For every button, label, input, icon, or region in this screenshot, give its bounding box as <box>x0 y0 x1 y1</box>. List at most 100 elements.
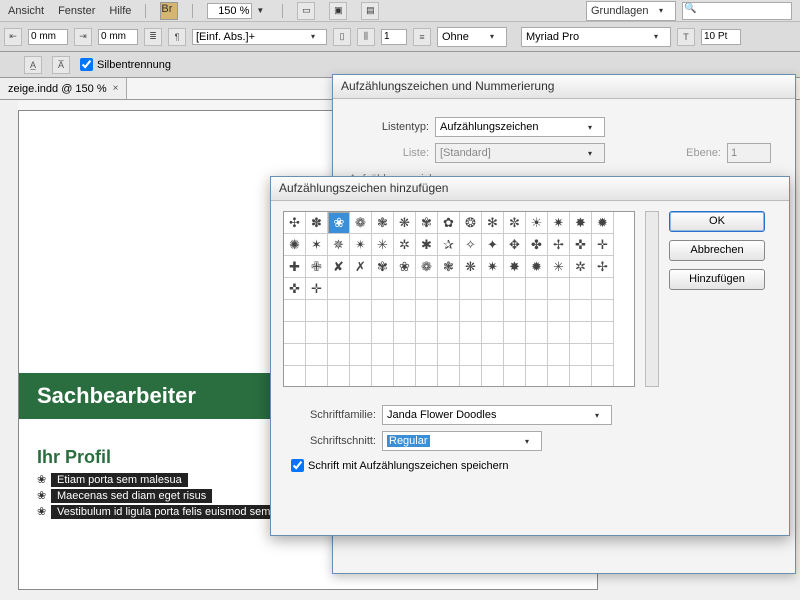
glyph-cell[interactable] <box>416 300 438 322</box>
glyph-cell[interactable]: ✼ <box>504 212 526 234</box>
glyph-cell[interactable] <box>328 322 350 344</box>
glyph-cell[interactable] <box>284 322 306 344</box>
glyph-cell[interactable] <box>372 366 394 387</box>
glyph-cell[interactable] <box>504 344 526 366</box>
glyph-cell[interactable]: ❋ <box>460 256 482 278</box>
glyph-cell[interactable] <box>526 344 548 366</box>
glyph-cell[interactable] <box>526 278 548 300</box>
glyph-cell[interactable]: ❀ <box>328 212 350 234</box>
glyph-cell[interactable]: ✘ <box>328 256 350 278</box>
glyph-cell[interactable]: ✿ <box>438 212 460 234</box>
glyph-cell[interactable]: ❁ <box>416 256 438 278</box>
close-icon[interactable]: × <box>113 83 119 94</box>
glyph-cell[interactable] <box>548 366 570 387</box>
glyph-cell[interactable]: ❃ <box>438 256 460 278</box>
glyph-cell[interactable] <box>328 300 350 322</box>
glyph-cell[interactable] <box>306 300 328 322</box>
save-with-bullet-checkbox[interactable]: Schrift mit Aufzählungszeichen speichern <box>291 459 769 472</box>
columns-icon[interactable]: ⫼ <box>357 28 375 46</box>
para-style-select[interactable]: [Einf. Abs.]+▾ <box>192 29 327 45</box>
glyph-cell[interactable] <box>328 278 350 300</box>
glyph-cell[interactable]: ✳ <box>372 234 394 256</box>
space-after-icon[interactable]: A̅ <box>52 56 70 74</box>
glyph-cell[interactable] <box>306 366 328 387</box>
indent-right-field[interactable] <box>98 29 138 45</box>
glyph-cell[interactable] <box>460 366 482 387</box>
glyph-cell[interactable] <box>570 344 592 366</box>
glyph-cell[interactable]: ✰ <box>438 234 460 256</box>
glyph-cell[interactable]: ✶ <box>306 234 328 256</box>
list-item[interactable]: Maecenas sed diam eget risus <box>51 489 212 503</box>
glyph-cell[interactable] <box>548 278 570 300</box>
view-mode-icon[interactable]: ▭ <box>297 2 315 20</box>
glyph-cell[interactable] <box>504 322 526 344</box>
glyph-cell[interactable]: ❀ <box>394 256 416 278</box>
glyph-cell[interactable] <box>328 366 350 387</box>
glyph-cell[interactable] <box>460 278 482 300</box>
glyph-cell[interactable] <box>306 344 328 366</box>
glyph-cell[interactable]: ✱ <box>416 234 438 256</box>
arrange-icon[interactable]: ▤ <box>361 2 379 20</box>
indent-icon[interactable]: ⇤ <box>4 28 22 46</box>
glyph-cell[interactable] <box>482 278 504 300</box>
chevron-down-icon[interactable]: ▼ <box>256 6 268 15</box>
glyph-cell[interactable] <box>570 366 592 387</box>
glyph-cell[interactable] <box>504 366 526 387</box>
list-item[interactable]: Vestibulum id ligula porta felis euismod… <box>51 505 295 519</box>
glyph-cell[interactable]: ✹ <box>526 256 548 278</box>
glyph-cell[interactable]: ✙ <box>306 256 328 278</box>
glyph-cell[interactable] <box>416 366 438 387</box>
glyph-cell[interactable] <box>350 322 372 344</box>
glyph-cell[interactable]: ❁ <box>350 212 372 234</box>
glyph-cell[interactable] <box>592 366 614 387</box>
glyph-cell[interactable] <box>372 300 394 322</box>
glyph-cell[interactable]: ✣ <box>284 212 306 234</box>
glyph-cell[interactable] <box>438 344 460 366</box>
glyph-cell[interactable] <box>394 366 416 387</box>
glyph-cell[interactable] <box>592 300 614 322</box>
space-before-icon[interactable]: A̲ <box>24 56 42 74</box>
listentyp-select[interactable]: Aufzählungszeichen▾ <box>435 117 605 137</box>
glyph-cell[interactable] <box>526 366 548 387</box>
glyph-cell[interactable] <box>526 300 548 322</box>
glyph-cell[interactable] <box>394 344 416 366</box>
para-style-icon[interactable]: ¶ <box>168 28 186 46</box>
glyph-cell[interactable]: ✴ <box>350 234 372 256</box>
glyph-cell[interactable]: ✸ <box>504 256 526 278</box>
glyph-cell[interactable]: ✤ <box>526 234 548 256</box>
glyph-cell[interactable] <box>570 278 592 300</box>
glyph-cell[interactable] <box>482 322 504 344</box>
font-style-select[interactable]: Regular▾ <box>382 431 542 451</box>
font-family-select[interactable]: Myriad Pro▾ <box>521 27 671 47</box>
add-button[interactable]: Hinzufügen <box>669 269 765 290</box>
glyph-cell[interactable]: ✜ <box>570 234 592 256</box>
glyph-cell[interactable] <box>416 322 438 344</box>
glyph-cell[interactable] <box>350 300 372 322</box>
glyph-cell[interactable]: ✷ <box>482 256 504 278</box>
glyph-cell[interactable] <box>438 300 460 322</box>
font-size-field[interactable] <box>701 29 741 45</box>
workspace-select[interactable]: Grundlagen▾ <box>586 1 676 21</box>
glyph-cell[interactable]: ✧ <box>460 234 482 256</box>
glyph-cell[interactable] <box>526 322 548 344</box>
glyph-cell[interactable] <box>306 322 328 344</box>
glyph-cell[interactable] <box>394 300 416 322</box>
glyph-cell[interactable]: ❃ <box>372 212 394 234</box>
ok-button[interactable]: OK <box>669 211 765 232</box>
list-item[interactable]: Etiam porta sem malesua <box>51 473 188 487</box>
glyph-cell[interactable] <box>548 300 570 322</box>
glyph-cell[interactable] <box>548 344 570 366</box>
glyph-cell[interactable]: ✛ <box>592 234 614 256</box>
glyph-cell[interactable]: ✺ <box>284 234 306 256</box>
baseline-select[interactable]: Ohne▾ <box>437 27 507 47</box>
glyph-cell[interactable] <box>394 278 416 300</box>
search-input[interactable] <box>682 2 792 20</box>
glyph-cell[interactable]: ☀ <box>526 212 548 234</box>
glyph-cell[interactable]: ✸ <box>570 212 592 234</box>
glyph-cell[interactable]: ✳ <box>548 256 570 278</box>
glyph-cell[interactable] <box>372 322 394 344</box>
indent-icon[interactable]: ⇥ <box>74 28 92 46</box>
glyph-cell[interactable] <box>592 278 614 300</box>
glyph-cell[interactable] <box>350 366 372 387</box>
font-family-select[interactable]: Janda Flower Doodles▾ <box>382 405 612 425</box>
